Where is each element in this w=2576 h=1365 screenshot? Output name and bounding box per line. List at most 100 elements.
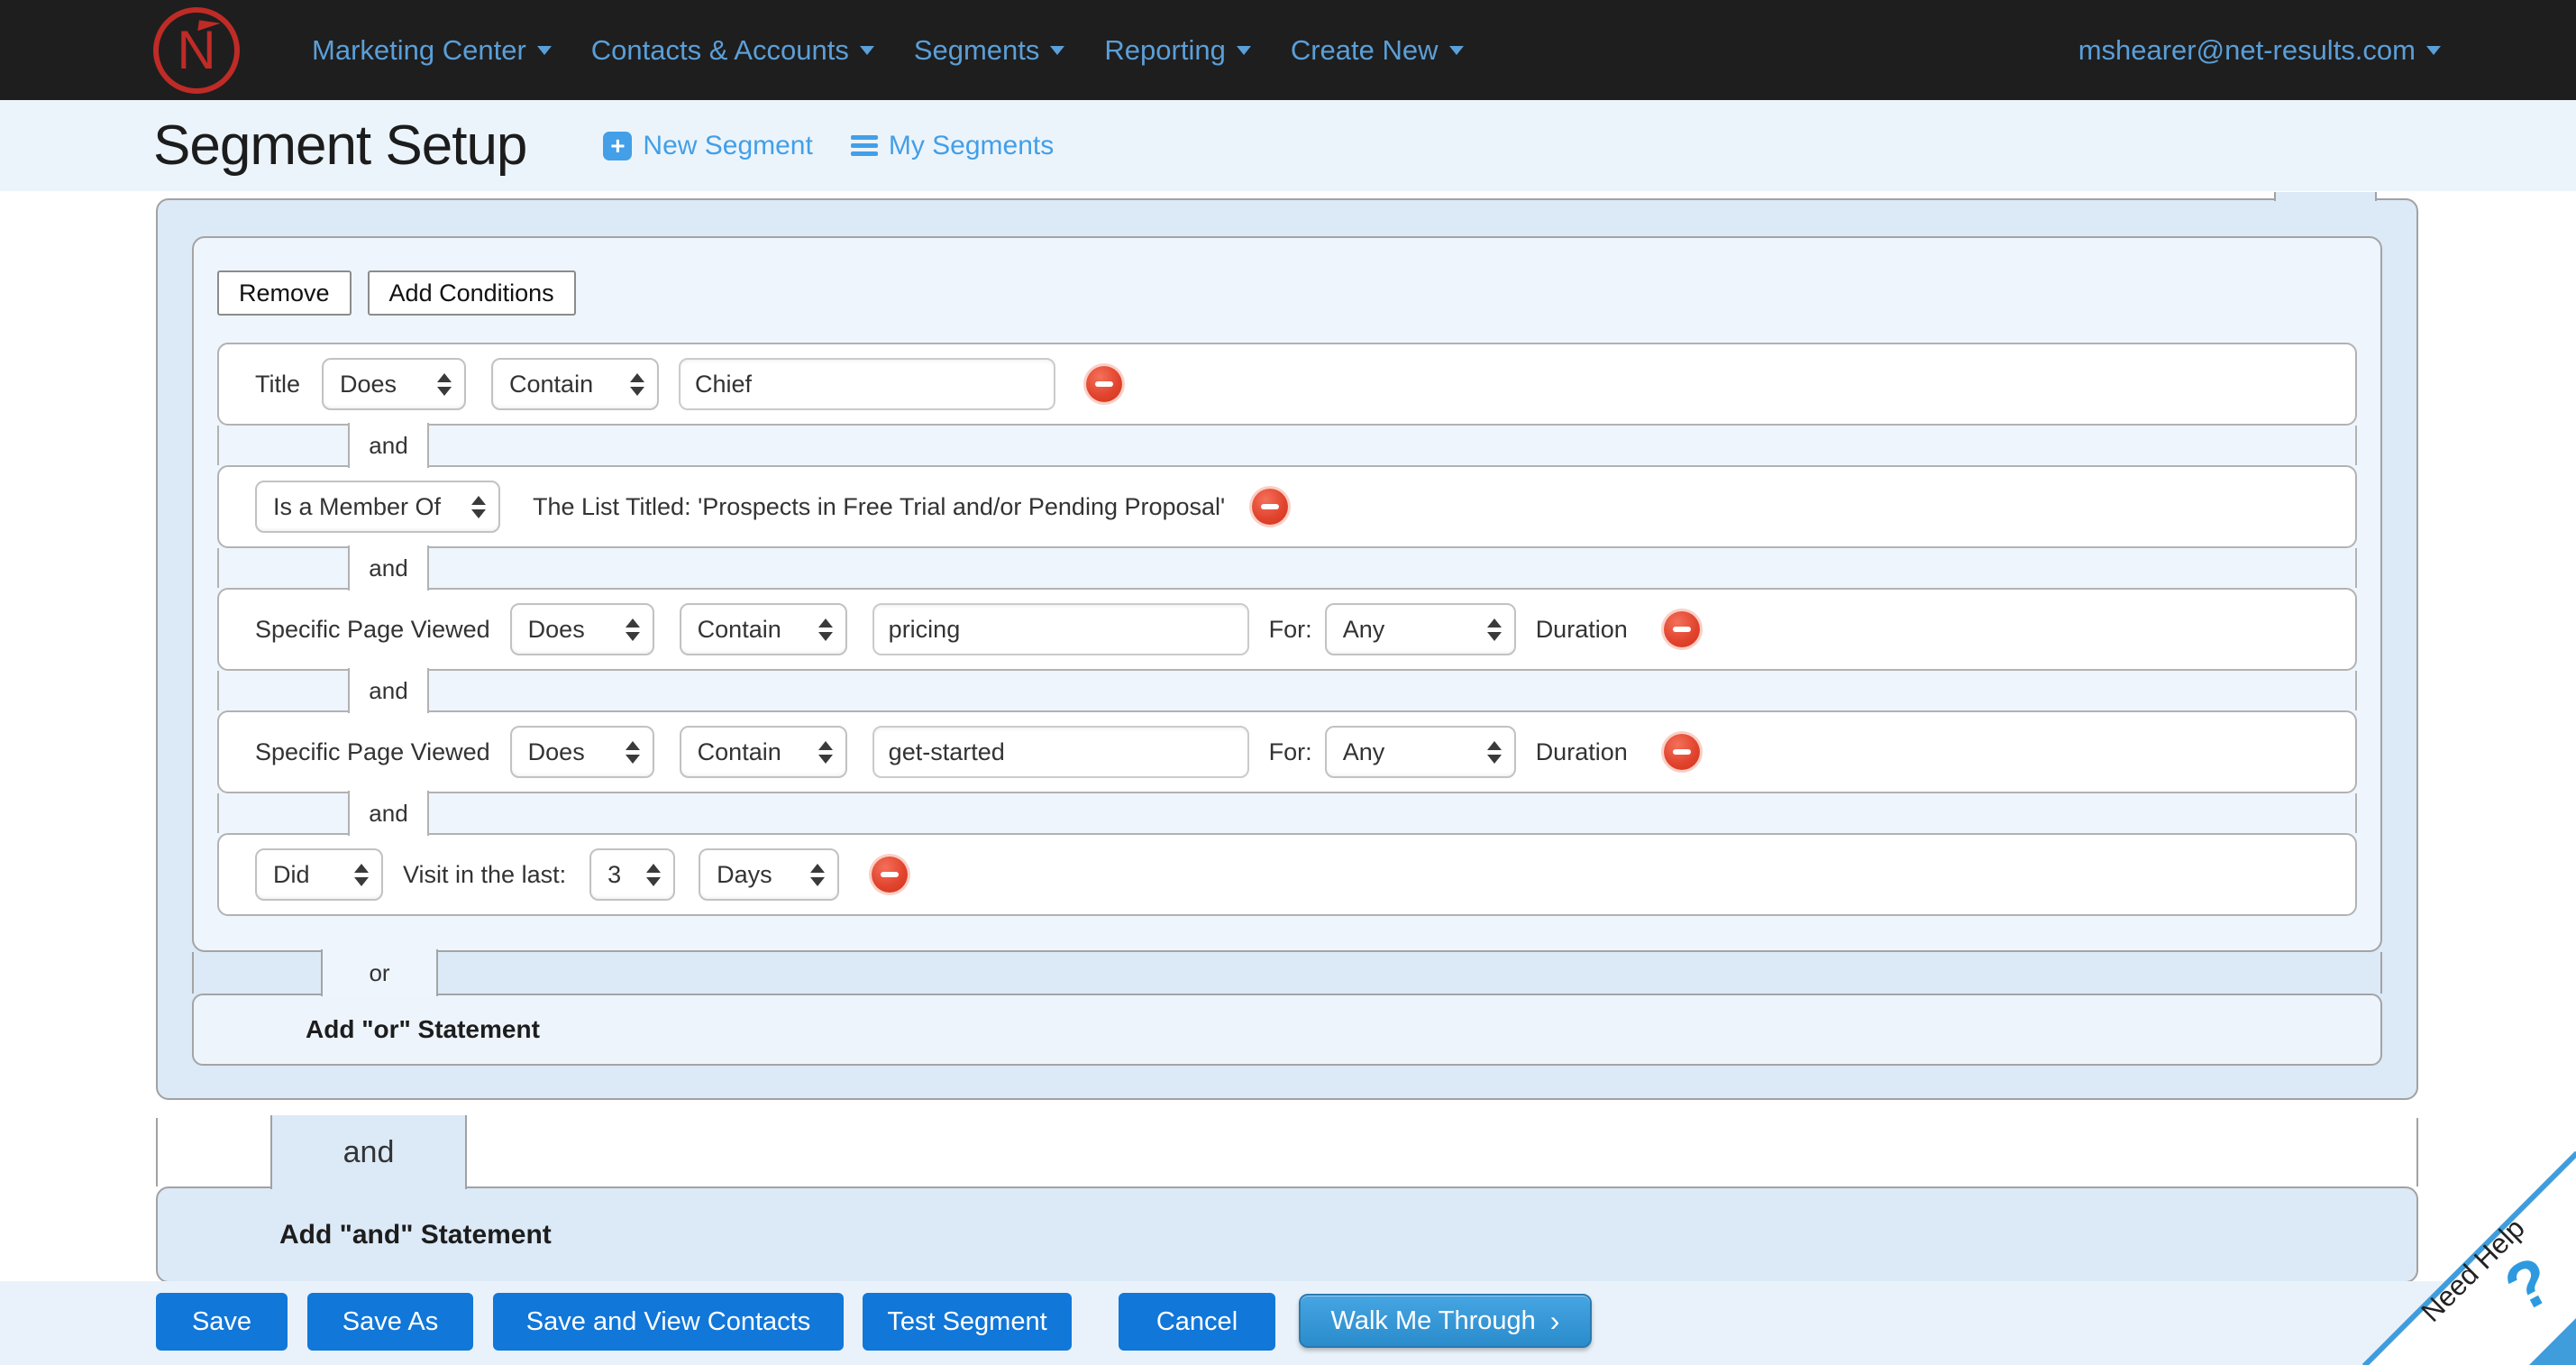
- condition-row-title: Title Does Contain: [217, 343, 2357, 426]
- page-value-input[interactable]: [872, 726, 1249, 778]
- select-arrows-icon: [630, 373, 644, 396]
- title-verb-select[interactable]: Does: [322, 358, 466, 410]
- visit-verb-select[interactable]: Did: [255, 848, 383, 901]
- select-arrows-icon: [437, 373, 452, 396]
- chevron-down-icon: [1050, 46, 1064, 55]
- visit-number-select[interactable]: 3: [589, 848, 675, 901]
- remove-condition-icon[interactable]: [1664, 611, 1700, 647]
- nav-item-reporting[interactable]: Reporting: [1104, 9, 1250, 92]
- select-value: Does: [528, 738, 585, 766]
- select-arrows-icon: [818, 741, 833, 764]
- remove-condition-icon[interactable]: [872, 857, 908, 893]
- select-value: Is a Member Of: [273, 493, 441, 521]
- account-menu[interactable]: mshearer@net-results.com: [2078, 0, 2441, 100]
- select-value: Any: [1343, 616, 1385, 644]
- visit-label: Visit in the last:: [403, 861, 566, 889]
- duration-select[interactable]: Any: [1325, 726, 1516, 778]
- add-or-statement-button[interactable]: Add "or" Statement: [192, 994, 2382, 1066]
- select-arrows-icon: [1487, 618, 1502, 641]
- duration-label: Duration: [1536, 616, 1628, 644]
- my-segments-label: My Segments: [889, 131, 1054, 161]
- connector-label: and: [369, 432, 407, 460]
- select-value: Contain: [698, 738, 781, 766]
- new-segment-link[interactable]: + New Segment: [603, 131, 812, 161]
- condition-row-page-pricing: Specific Page Viewed Does Contain For: A…: [217, 588, 2357, 671]
- page-operator-select[interactable]: Contain: [680, 726, 847, 778]
- page-value-input[interactable]: [872, 603, 1249, 655]
- condition-label: Specific Page Viewed: [255, 616, 490, 644]
- top-navbar: N Marketing Center Contacts & Accounts S…: [0, 0, 2576, 100]
- save-and-view-contacts-button[interactable]: Save and View Contacts: [493, 1293, 844, 1351]
- add-conditions-button[interactable]: Add Conditions: [368, 270, 576, 316]
- logo-flag-icon: [197, 20, 220, 33]
- select-value: 3: [607, 861, 621, 889]
- need-help-widget[interactable]: Need Help ?: [2364, 1153, 2576, 1365]
- visit-unit-select[interactable]: Days: [699, 848, 839, 901]
- add-and-statement-button[interactable]: Add "and" Statement: [156, 1186, 2418, 1283]
- select-value: Did: [273, 861, 310, 889]
- remove-condition-icon[interactable]: [1664, 734, 1700, 770]
- and-connector: and: [217, 671, 2357, 710]
- title-value-input[interactable]: [679, 358, 1055, 410]
- plus-icon: +: [603, 132, 632, 160]
- account-email: mshearer@net-results.com: [2078, 34, 2416, 67]
- chevron-down-icon: [537, 46, 552, 55]
- walk-me-through-button[interactable]: Walk Me Through ›: [1299, 1294, 1592, 1348]
- for-label: For:: [1269, 616, 1312, 644]
- and-group-container: Remove Add Conditions Title Does Contain: [192, 236, 2382, 952]
- nav-item-label: Segments: [914, 34, 1040, 67]
- outer-connector-section: and Add "and" Statement: [0, 1118, 2576, 1283]
- remove-condition-icon[interactable]: [1086, 366, 1122, 402]
- new-segment-label: New Segment: [643, 131, 812, 161]
- save-as-button[interactable]: Save As: [307, 1293, 473, 1351]
- net-results-logo[interactable]: N: [153, 7, 240, 94]
- remove-condition-icon[interactable]: [1252, 489, 1288, 525]
- list-icon: [851, 135, 878, 156]
- page-operator-select[interactable]: Contain: [680, 603, 847, 655]
- duration-select[interactable]: Any: [1325, 603, 1516, 655]
- select-arrows-icon: [646, 864, 661, 886]
- duration-label: Duration: [1536, 738, 1628, 766]
- select-value: Does: [528, 616, 585, 644]
- group-actions: Remove Add Conditions: [217, 270, 2357, 316]
- nav-item-label: Reporting: [1104, 34, 1225, 67]
- my-segments-link[interactable]: My Segments: [851, 131, 1054, 161]
- connector-label: and: [369, 554, 407, 582]
- select-value: Contain: [509, 371, 593, 399]
- page-title: Segment Setup: [153, 114, 526, 178]
- nav-item-contacts-accounts[interactable]: Contacts & Accounts: [591, 9, 874, 92]
- chevron-right-icon: ›: [1550, 1306, 1560, 1335]
- footer-toolbar: Save Save As Save and View Contacts Test…: [0, 1281, 2576, 1365]
- outer-and-connector: and: [156, 1118, 2418, 1186]
- select-arrows-icon: [626, 618, 640, 641]
- nav-item-label: Create New: [1291, 34, 1439, 67]
- page-verb-select[interactable]: Does: [510, 603, 654, 655]
- condition-label: Specific Page Viewed: [255, 738, 490, 766]
- title-operator-select[interactable]: Contain: [491, 358, 659, 410]
- cancel-button[interactable]: Cancel: [1119, 1293, 1275, 1351]
- select-arrows-icon: [818, 618, 833, 641]
- select-value: Days: [717, 861, 772, 889]
- select-arrows-icon: [354, 864, 369, 886]
- test-segment-button[interactable]: Test Segment: [863, 1293, 1072, 1351]
- remove-group-button[interactable]: Remove: [217, 270, 352, 316]
- nav-item-marketing-center[interactable]: Marketing Center: [312, 9, 552, 92]
- page-verb-select[interactable]: Does: [510, 726, 654, 778]
- connector-label: and: [343, 1135, 395, 1170]
- header-links: + New Segment My Segments: [603, 131, 1054, 161]
- connector-label: or: [369, 959, 389, 987]
- membership-select[interactable]: Is a Member Of: [255, 481, 500, 533]
- or-group-container: Remove Add Conditions Title Does Contain: [156, 198, 2418, 1100]
- chevron-down-icon: [860, 46, 874, 55]
- save-button[interactable]: Save: [156, 1293, 288, 1351]
- or-connector: or: [192, 952, 2382, 994]
- select-arrows-icon: [626, 741, 640, 764]
- chevron-down-icon: [2426, 46, 2441, 55]
- condition-row-visit: Did Visit in the last: 3 Days: [217, 833, 2357, 916]
- nav-item-create-new[interactable]: Create New: [1291, 9, 1464, 92]
- select-value: Contain: [698, 616, 781, 644]
- condition-row-page-getstarted: Specific Page Viewed Does Contain For: A…: [217, 710, 2357, 793]
- for-label: For:: [1269, 738, 1312, 766]
- list-title-text: The List Titled: 'Prospects in Free Tria…: [533, 493, 1225, 521]
- nav-item-segments[interactable]: Segments: [914, 9, 1065, 92]
